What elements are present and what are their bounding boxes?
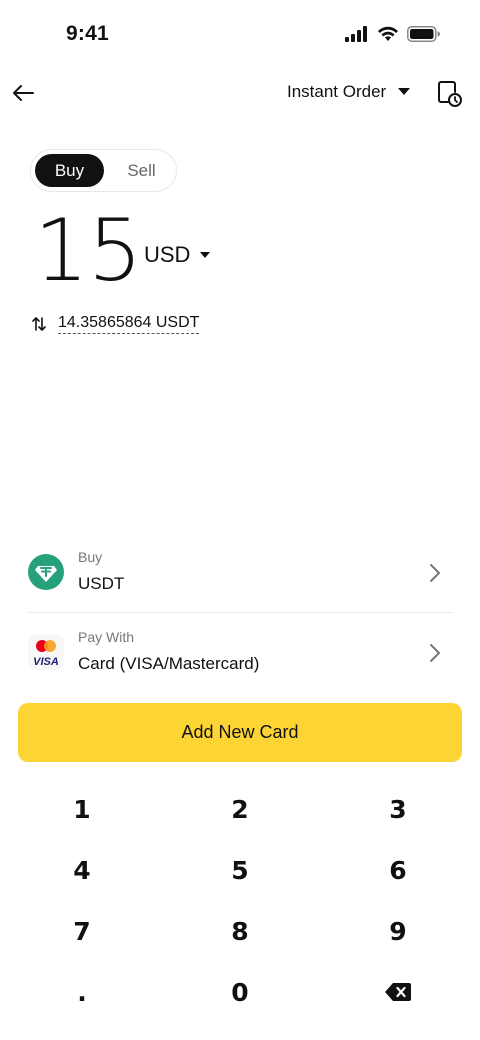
buy-asset-row[interactable]: Buy USDT <box>0 534 480 610</box>
numeric-keypad: 1 2 3 4 5 6 7 8 9 . 0 <box>0 778 480 1022</box>
backspace-icon <box>385 983 411 1001</box>
swap-icon[interactable] <box>32 316 46 332</box>
key-2[interactable]: 2 <box>180 781 300 837</box>
key-8[interactable]: 8 <box>180 903 300 959</box>
key-1[interactable]: 1 <box>22 781 142 837</box>
key-5[interactable]: 5 <box>180 842 300 898</box>
key-0[interactable]: 0 <box>180 964 300 1020</box>
conversion-row: 14.35865864 USDT <box>32 314 200 334</box>
amount-value: 15 <box>34 201 142 301</box>
tab-sell[interactable]: Sell <box>109 154 174 187</box>
nav-bar: Instant Order <box>0 70 480 116</box>
order-type-label: Instant Order <box>287 82 387 101</box>
status-icons <box>345 26 440 42</box>
buy-row-label: Buy <box>78 549 103 565</box>
key-6[interactable]: 6 <box>338 842 458 898</box>
back-button[interactable] <box>10 80 36 106</box>
caret-down-icon <box>200 251 211 258</box>
order-history-icon <box>438 81 462 107</box>
buy-row-asset: USDT <box>78 574 125 593</box>
key-decimal[interactable]: . <box>22 964 142 1020</box>
visa-label: VISA <box>33 656 59 668</box>
pay-with-row[interactable]: VISA Pay With Card (VISA/Mastercard) <box>0 614 480 690</box>
row-divider <box>28 612 453 613</box>
chevron-right-icon <box>430 564 440 582</box>
key-backspace[interactable] <box>338 964 458 1020</box>
key-4[interactable]: 4 <box>22 842 142 898</box>
pay-row-label: Pay With <box>78 629 135 645</box>
status-time: 9:41 <box>66 22 109 45</box>
currency-label: USD <box>144 242 191 267</box>
key-9[interactable]: 9 <box>338 903 458 959</box>
add-new-card-button[interactable]: Add New Card <box>18 703 462 762</box>
card-brand-icon: VISA <box>28 634 64 670</box>
wifi-icon <box>378 26 398 41</box>
tether-icon <box>28 554 64 590</box>
chevron-right-icon <box>430 644 440 662</box>
key-3[interactable]: 3 <box>338 781 458 837</box>
arrow-left-icon <box>13 85 34 101</box>
buy-sell-toggle: Buy Sell <box>30 149 177 192</box>
battery-icon <box>407 26 440 42</box>
tab-buy[interactable]: Buy <box>35 154 104 187</box>
key-7[interactable]: 7 <box>22 903 142 959</box>
pay-row-method: Card (VISA/Mastercard) <box>78 654 260 673</box>
order-type-dropdown[interactable]: Instant Order <box>287 82 411 102</box>
signal-icon <box>345 26 367 42</box>
status-bar: 9:41 <box>0 0 480 70</box>
order-history-button[interactable] <box>437 80 463 108</box>
currency-dropdown[interactable]: USD <box>144 242 211 268</box>
caret-down-icon <box>398 88 411 95</box>
conversion-value[interactable]: 14.35865864 USDT <box>58 314 200 334</box>
